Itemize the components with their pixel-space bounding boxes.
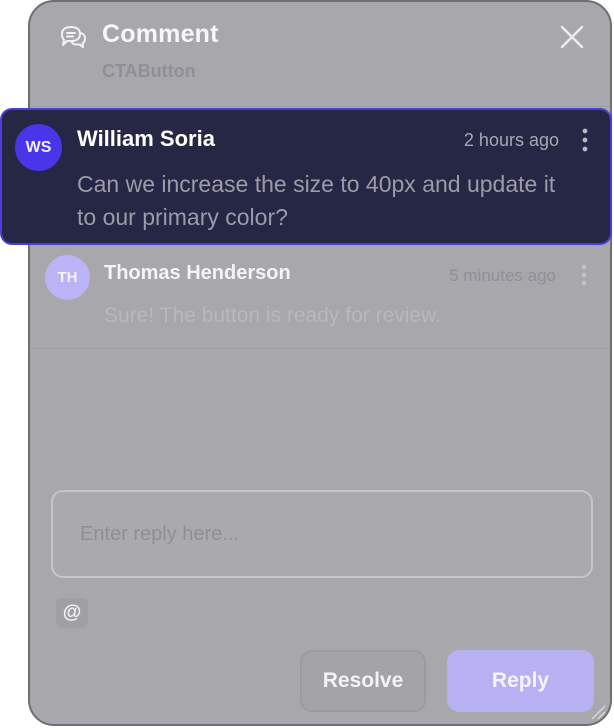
divider (30, 106, 610, 107)
comment-body: Can we increase the size to 40px and upd… (77, 171, 556, 230)
more-options-icon[interactable] (579, 263, 589, 287)
panel-subtitle: CTAButton (102, 61, 196, 81)
reply-button[interactable]: Reply (447, 650, 594, 712)
resize-handle-icon[interactable] (590, 704, 606, 720)
more-options-icon[interactable] (580, 127, 590, 153)
chat-bubbles-icon (61, 26, 86, 48)
panel-title: Comment (102, 20, 219, 48)
comment-body: Sure! The button is ready for review. (104, 304, 441, 327)
divider (30, 348, 610, 349)
mention-button[interactable]: @ (56, 598, 88, 628)
avatar-initials: TH (57, 269, 78, 286)
close-icon[interactable] (557, 22, 587, 52)
at-sign-icon: @ (62, 602, 82, 623)
comment-timestamp: 2 hours ago (463, 130, 559, 150)
avatar: TH (45, 255, 90, 300)
comment-card-highlighted[interactable]: WS William Soria 2 hours ago Can we incr… (0, 108, 612, 245)
reply-input[interactable] (51, 490, 593, 578)
avatar: WS (15, 124, 62, 171)
resolve-button[interactable]: Resolve (300, 650, 426, 712)
comment-author: Thomas Henderson (104, 262, 291, 284)
comment-timestamp: 5 minutes ago (449, 266, 556, 285)
avatar-initials: WS (25, 138, 52, 156)
comment-author: William Soria (77, 126, 215, 151)
